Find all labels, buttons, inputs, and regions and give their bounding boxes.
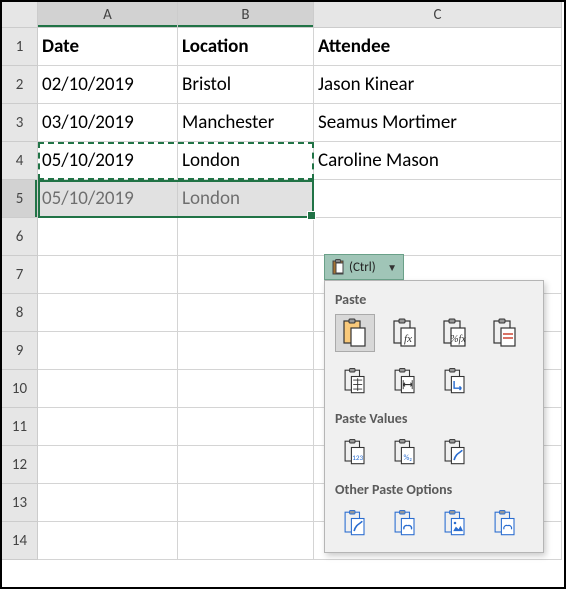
cell-a2[interactable]: 02/10/2019: [38, 66, 178, 104]
paste-values-section-title: Paste Values: [335, 410, 535, 427]
cell-b12[interactable]: [178, 446, 314, 484]
svg-text:%fx: %fx: [450, 334, 466, 345]
cell-b1[interactable]: Location: [178, 28, 314, 66]
row-header-14[interactable]: 14: [2, 522, 38, 560]
paste-values-option[interactable]: 123: [335, 433, 375, 471]
row-header-3[interactable]: 3: [2, 104, 38, 142]
paste-formulas-option[interactable]: fx: [385, 314, 425, 352]
svg-text:fx: fx: [404, 333, 412, 345]
row-header-2[interactable]: 2: [2, 66, 38, 104]
paste-options-label: (Ctrl): [349, 260, 376, 275]
cell-a10[interactable]: [38, 370, 178, 408]
cell-b9[interactable]: [178, 332, 314, 370]
chevron-down-icon: ▼: [387, 261, 397, 274]
row-header-7[interactable]: 7: [2, 256, 38, 294]
cell-a4[interactable]: 05/10/2019: [38, 142, 178, 180]
other-paste-section-title: Other Paste Options: [335, 481, 535, 498]
cell-c3[interactable]: Seamus Mortimer: [314, 104, 562, 142]
paste-no-borders-option[interactable]: [335, 362, 375, 400]
row-header-11[interactable]: 11: [2, 408, 38, 446]
cell-a8[interactable]: [38, 294, 178, 332]
cell-a3[interactable]: 03/10/2019: [38, 104, 178, 142]
cell-a13[interactable]: [38, 484, 178, 522]
paste-section-title: Paste: [335, 291, 535, 308]
row-header-6[interactable]: 6: [2, 218, 38, 256]
cell-a1[interactable]: Date: [38, 28, 178, 66]
cell-c5[interactable]: [314, 180, 562, 218]
col-header-a[interactable]: A: [38, 2, 178, 28]
cell-c6[interactable]: [314, 218, 562, 256]
cell-a5[interactable]: 05/10/2019: [38, 180, 178, 218]
cell-b7[interactable]: [178, 256, 314, 294]
paste-keep-column-widths-option[interactable]: [385, 362, 425, 400]
cell-a14[interactable]: [38, 522, 178, 560]
paste-link-option[interactable]: [385, 504, 425, 542]
select-all-corner[interactable]: [2, 2, 38, 28]
cell-a9[interactable]: [38, 332, 178, 370]
cell-b2[interactable]: Bristol: [178, 66, 314, 104]
cell-b4[interactable]: London: [178, 142, 314, 180]
row-header-1[interactable]: 1: [2, 28, 38, 66]
paste-options-panel: Paste fx %fx Paste Values 123 %₂: [324, 280, 544, 553]
cell-a12[interactable]: [38, 446, 178, 484]
cell-b10[interactable]: [178, 370, 314, 408]
row-header-5[interactable]: 5: [2, 180, 38, 218]
row-header-13[interactable]: 13: [2, 484, 38, 522]
paste-picture-option[interactable]: [435, 504, 475, 542]
cell-a6[interactable]: [38, 218, 178, 256]
cell-c4[interactable]: Caroline Mason: [314, 142, 562, 180]
paste-options-button[interactable]: (Ctrl) ▼: [324, 254, 404, 280]
clipboard-icon: [331, 259, 345, 275]
cell-c1[interactable]: Attendee: [314, 28, 562, 66]
cell-b5[interactable]: London: [178, 180, 314, 218]
row-header-4[interactable]: 4: [2, 142, 38, 180]
cell-b3[interactable]: Manchester: [178, 104, 314, 142]
cell-a7[interactable]: [38, 256, 178, 294]
paste-all-option[interactable]: [335, 314, 375, 352]
col-header-b[interactable]: B: [178, 2, 314, 28]
svg-text:123: 123: [352, 453, 363, 462]
paste-transpose-option[interactable]: [435, 362, 475, 400]
row-header-9[interactable]: 9: [2, 332, 38, 370]
row-header-10[interactable]: 10: [2, 370, 38, 408]
paste-values-number-format-option[interactable]: %₂: [385, 433, 425, 471]
paste-formatting-option[interactable]: [335, 504, 375, 542]
cell-b14[interactable]: [178, 522, 314, 560]
row-header-8[interactable]: 8: [2, 294, 38, 332]
svg-text:%₂: %₂: [403, 453, 412, 463]
cell-b11[interactable]: [178, 408, 314, 446]
cell-b6[interactable]: [178, 218, 314, 256]
cell-a11[interactable]: [38, 408, 178, 446]
paste-linked-picture-option[interactable]: [485, 504, 525, 542]
col-header-c[interactable]: C: [314, 2, 562, 28]
paste-formulas-number-format-option[interactable]: %fx: [435, 314, 475, 352]
cell-b8[interactable]: [178, 294, 314, 332]
cell-c2[interactable]: Jason Kinear: [314, 66, 562, 104]
cell-b13[interactable]: [178, 484, 314, 522]
row-header-12[interactable]: 12: [2, 446, 38, 484]
paste-values-source-formatting-option[interactable]: [435, 433, 475, 471]
paste-keep-source-formatting-option[interactable]: [485, 314, 525, 352]
